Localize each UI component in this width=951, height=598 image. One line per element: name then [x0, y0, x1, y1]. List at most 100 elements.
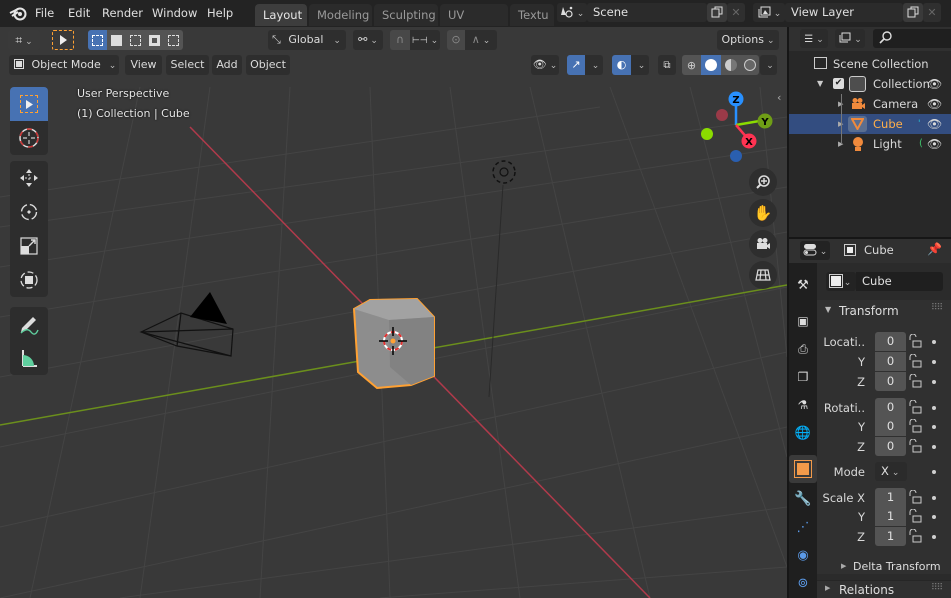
tool-settings-button[interactable] — [52, 30, 74, 50]
mode-dropdown[interactable]: Object Mode ⌄ — [9, 55, 119, 75]
shading-options-dropdown[interactable]: ⌄ — [760, 55, 777, 75]
proportional-falloff-dropdown[interactable]: ∧ ⌄ — [465, 30, 497, 50]
gizmo-neg-y[interactable] — [701, 128, 713, 140]
lock-location-x-icon[interactable] — [908, 334, 922, 348]
expand-arrow-icon[interactable]: ▼ — [817, 74, 823, 94]
object-name-field[interactable]: Cube — [856, 272, 943, 291]
scene-name-field[interactable]: Scene — [587, 3, 707, 22]
tab-texture-paint[interactable]: Textu — [510, 4, 554, 26]
tab-object-properties[interactable] — [789, 455, 817, 483]
tool-transform[interactable] — [10, 263, 48, 297]
options-dropdown[interactable]: Options ⌄ — [717, 30, 779, 50]
tab-world-properties[interactable]: 🌐 — [789, 419, 817, 447]
select-invert-mode-button[interactable] — [145, 30, 164, 50]
tab-particle-properties[interactable]: ⋰ — [789, 513, 817, 541]
tool-measure[interactable] — [10, 341, 48, 375]
outliner-item-camera[interactable]: ▶ Camera 👁 — [789, 94, 951, 114]
keyframe-dot-icon[interactable] — [932, 340, 936, 344]
menu-add[interactable]: Add — [212, 55, 242, 75]
location-y-field[interactable]: 0 — [875, 352, 906, 371]
lock-scale-z-icon[interactable] — [908, 529, 922, 543]
outliner-item-cube[interactable]: ▶ Cube ' 👁 — [789, 114, 951, 134]
tab-physics-properties[interactable]: ◉ — [789, 541, 817, 569]
scale-y-field[interactable]: 1 — [875, 507, 906, 526]
tool-select-box[interactable] — [10, 87, 48, 121]
keyframe-dot-icon[interactable] — [932, 406, 936, 410]
lock-rotation-z-icon[interactable] — [908, 439, 922, 453]
select-new-mode-button[interactable] — [88, 30, 107, 50]
keyframe-dot-icon[interactable] — [932, 445, 936, 449]
delete-view-layer-button[interactable]: ✕ — [923, 3, 941, 22]
shading-rendered-button[interactable] — [740, 55, 759, 75]
shading-material-button[interactable] — [721, 55, 740, 75]
select-subtract-mode-button[interactable] — [126, 30, 145, 50]
delta-transform-subpanel[interactable]: ▶ Delta Transform — [837, 560, 951, 576]
snap-toggle[interactable]: ∩ — [390, 30, 410, 50]
drag-handle-icon[interactable]: ⠿⠿ — [931, 303, 943, 313]
rotation-z-field[interactable]: 0 — [875, 437, 906, 456]
delete-scene-button[interactable]: ✕ — [727, 3, 745, 22]
pivot-point-dropdown[interactable]: ⚯ ⌄ — [353, 30, 383, 50]
display-mode-dropdown[interactable]: ⌄ — [835, 29, 865, 48]
menu-file[interactable]: File — [35, 4, 54, 23]
pin-icon[interactable]: 📌 — [927, 242, 942, 256]
editor-type-button[interactable]: ⌗ ⌄ — [8, 30, 40, 50]
lock-scale-y-icon[interactable] — [908, 509, 922, 523]
lock-rotation-y-icon[interactable] — [908, 419, 922, 433]
relations-panel-header[interactable]: ▶ Relations ⠿⠿ — [817, 580, 951, 598]
view-layer-name-field[interactable]: View Layer — [785, 3, 903, 22]
shading-wireframe-button[interactable]: ⊕ — [682, 55, 701, 75]
tab-scene-properties[interactable]: ⚗ — [789, 391, 817, 419]
xray-toggle[interactable]: ⧉ — [658, 55, 676, 75]
tab-sculpting[interactable]: Sculpting — [374, 4, 438, 26]
tool-rotate[interactable] — [10, 195, 48, 229]
view-layer-selector-button[interactable]: ⌄ — [753, 3, 785, 22]
rotation-mode-dropdown[interactable]: X ⌄ — [875, 462, 907, 481]
tab-layout[interactable]: Layout — [255, 4, 307, 26]
pan-button[interactable]: ✋ — [749, 199, 777, 227]
outliner-item-light[interactable]: ▶ Light ( 👁 — [789, 134, 951, 154]
camera-view-button[interactable] — [749, 230, 777, 258]
tab-modifier-properties[interactable]: 🔧 — [789, 485, 817, 513]
tab-constraint-properties[interactable]: ⊚ — [789, 569, 817, 597]
transform-panel-header[interactable]: ▼ Transform ⠿⠿ — [817, 300, 951, 324]
eye-icon[interactable]: 👁 — [927, 114, 942, 134]
scale-x-field[interactable]: 1 — [875, 488, 906, 507]
lock-location-z-icon[interactable] — [908, 374, 922, 388]
selectability-visibility-dropdown[interactable]: 👁 ⌄ — [531, 55, 559, 75]
select-intersect-mode-button[interactable] — [164, 30, 183, 50]
tab-uv-editing[interactable]: UV Editing — [440, 4, 508, 44]
tool-cursor[interactable] — [10, 121, 48, 155]
eye-icon[interactable]: 👁 — [927, 74, 942, 94]
blender-logo-icon[interactable] — [9, 6, 27, 21]
new-view-layer-button[interactable] — [903, 3, 923, 22]
tab-view-layer-properties[interactable]: ❐ — [789, 363, 817, 391]
keyframe-dot-icon[interactable] — [932, 515, 936, 519]
menu-help[interactable]: Help — [207, 4, 233, 23]
navigation-gizmo[interactable]: Z Y X — [695, 87, 780, 167]
gizmo-neg-x[interactable] — [716, 109, 728, 121]
outliner-editor-type-button[interactable]: ☰ ⌄ — [800, 29, 828, 48]
location-x-field[interactable]: 0 — [875, 332, 906, 351]
drag-handle-icon[interactable]: ⠿⠿ — [931, 583, 943, 593]
eye-icon[interactable]: 👁 — [927, 94, 942, 114]
rotation-x-field[interactable]: 0 — [875, 398, 906, 417]
menu-render[interactable]: Render — [102, 4, 143, 23]
menu-view[interactable]: View — [125, 55, 162, 75]
lock-rotation-x-icon[interactable] — [908, 400, 922, 414]
lock-scale-x-icon[interactable] — [908, 490, 922, 504]
outliner-item-scene-collection[interactable]: Scene Collection — [789, 54, 951, 74]
keyframe-dot-icon[interactable] — [932, 535, 936, 539]
exclude-checkbox[interactable]: ✔ — [833, 78, 844, 89]
gizmo-toggle[interactable]: ↗ — [567, 55, 585, 75]
tool-scale[interactable] — [10, 229, 48, 263]
shading-solid-button[interactable] — [701, 55, 721, 75]
outliner-item-collection[interactable]: ▼ ✔ Collection 👁 — [789, 74, 951, 94]
menu-edit[interactable]: Edit — [68, 4, 90, 23]
scale-z-field[interactable]: 1 — [875, 527, 906, 546]
new-scene-button[interactable] — [707, 3, 727, 22]
tab-output-properties[interactable]: ⎙ — [789, 335, 817, 363]
overlays-toggle[interactable]: ◐ — [612, 55, 631, 75]
tool-move[interactable] — [10, 161, 48, 195]
tool-annotate[interactable] — [10, 307, 48, 341]
